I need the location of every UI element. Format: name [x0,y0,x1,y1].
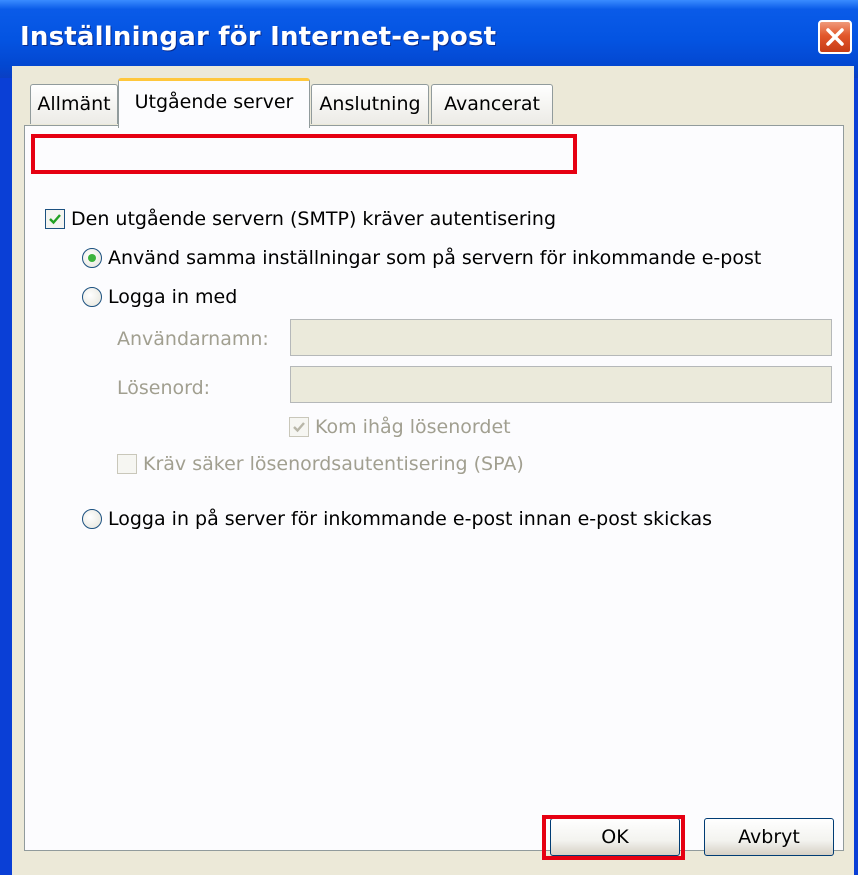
username-field[interactable] [290,319,832,356]
tab-general[interactable]: Allmänt [30,84,118,124]
remember-password-checkbox[interactable] [289,417,309,437]
close-button[interactable] [818,20,852,54]
tab-connection[interactable]: Anslutning [311,84,429,124]
password-label: Lösenord: [117,377,211,399]
smtp-auth-label: Den utgående servern (SMTP) kräver auten… [71,208,557,230]
login-before-send-row[interactable]: Logga in på server för inkommande e-post… [82,508,712,530]
use-same-settings-row[interactable]: Använd samma inställningar som på server… [82,247,761,269]
login-with-radio[interactable] [82,287,102,307]
tab-panel-outgoing: Den utgående servern (SMTP) kräver auten… [24,125,844,851]
login-before-send-radio[interactable] [82,509,102,529]
remember-password-label: Kom ihåg lösenordet [315,416,511,438]
tab-outgoing-server[interactable]: Utgående server [118,78,310,128]
cancel-button[interactable]: Avbryt [704,818,834,856]
use-same-settings-label: Använd samma inställningar som på server… [108,247,762,269]
tab-strip: Allmänt Utgående server Anslutning Avanc… [24,66,844,128]
login-with-label: Logga in med [108,286,238,308]
spa-row[interactable]: Kräv säker lösenordsautentisering (SPA) [117,453,524,475]
username-label: Användarnamn: [117,328,269,350]
password-field[interactable] [290,366,832,403]
tab-advanced[interactable]: Avancerat [431,84,553,124]
use-same-settings-radio[interactable] [82,248,102,268]
checkmark-icon [49,214,61,225]
spa-checkbox[interactable] [117,454,137,474]
login-before-send-label: Logga in på server för inkommande e-post… [108,508,713,530]
smtp-auth-row[interactable]: Den utgående servern (SMTP) kräver auten… [45,208,556,230]
dialog-client-area: Allmänt Utgående server Anslutning Avanc… [12,66,854,875]
window-title: Inställningar för Internet-e-post [20,22,497,52]
smtp-auth-checkbox[interactable] [45,209,65,229]
checkmark-icon [293,422,305,433]
remember-password-row[interactable]: Kom ihåg lösenordet [289,416,511,438]
login-with-row[interactable]: Logga in med [82,286,237,308]
close-icon [826,28,844,46]
ok-button[interactable]: OK [550,818,680,856]
radio-selected-dot [88,254,96,262]
spa-label: Kräv säker lösenordsautentisering (SPA) [143,453,524,475]
dialog-window: Inställningar för Internet-e-post Allmän… [0,0,858,875]
